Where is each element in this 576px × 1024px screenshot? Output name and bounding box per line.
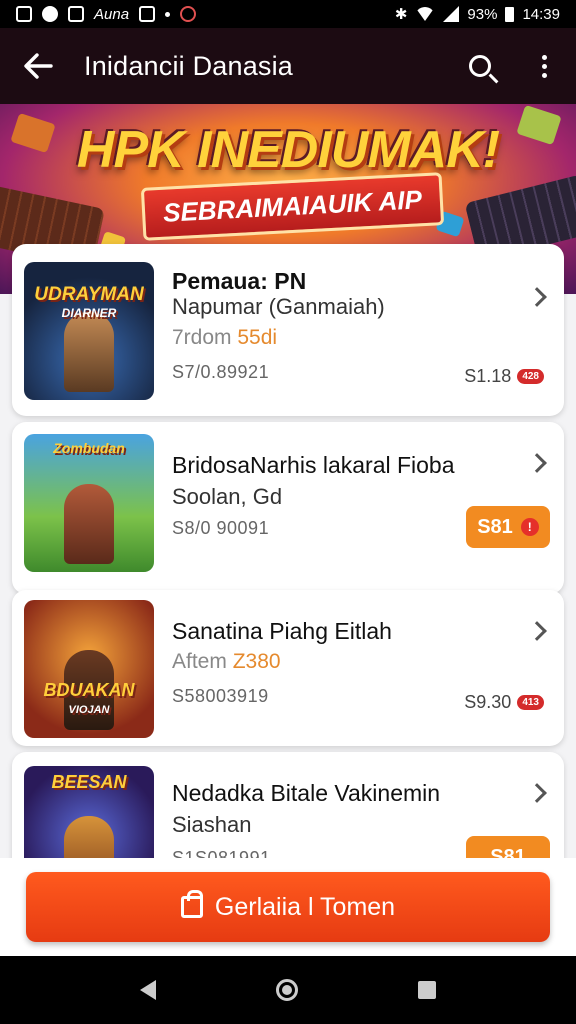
item-title: Pemaua: PN xyxy=(172,268,307,294)
item-code: S8/0 90091 xyxy=(172,518,270,538)
arrow-left-icon xyxy=(24,53,53,79)
price-badge: 428 xyxy=(517,369,544,384)
app-bar: Inidancii Danasia xyxy=(0,28,576,104)
screen: Auna ✱ 93% 14:39 Inidancii Danasia HPK I… xyxy=(0,0,576,1024)
nav-recents-icon[interactable] xyxy=(418,981,436,999)
gallery-icon xyxy=(16,6,32,22)
item-code: S58003919 xyxy=(172,686,269,706)
thumbnail-logo: Zombudan xyxy=(53,440,125,456)
game-thumbnail: UDRAYMAN DIARNER xyxy=(24,262,154,400)
thumbnail-logo: BDUAKAN xyxy=(43,680,135,700)
search-icon xyxy=(469,55,491,77)
item-price: S1.18 428 xyxy=(464,366,544,387)
game-thumbnail: Zombudan xyxy=(24,434,154,572)
banner-headline: HPK INEDIUMAK! xyxy=(76,121,500,179)
cta-label: Gerlaiia l Tomen xyxy=(214,892,396,921)
thumbnail-logo: BEESAN xyxy=(51,772,127,792)
buy-button-label: S81 xyxy=(477,515,513,538)
list-item[interactable]: Zombudan BridosaNarhis lakaral Fioba Soo… xyxy=(12,422,564,594)
signal-icon xyxy=(443,6,460,22)
alert-icon: ! xyxy=(520,518,539,536)
status-bar: Auna ✱ 93% 14:39 xyxy=(0,0,576,28)
wifi-icon xyxy=(415,7,436,21)
primary-cta-button[interactable]: Gerlaiia l Tomen xyxy=(26,872,550,942)
thumbnail-logo: VIOJAN xyxy=(68,704,110,716)
item-subtitle: Siashan xyxy=(172,812,252,837)
item-title: BridosaNarhis lakaral Fioba xyxy=(172,452,455,478)
chevron-right-icon xyxy=(527,621,547,641)
more-vert-icon xyxy=(541,54,547,78)
item-price: S9.30 413 xyxy=(464,692,544,713)
nav-back-icon[interactable] xyxy=(140,980,156,1000)
item-subtitle: Napumar (Ganmaiah) xyxy=(172,294,385,319)
battery-percent: 93% xyxy=(467,5,498,23)
item-price-value: S9.30 xyxy=(464,692,512,712)
back-button[interactable] xyxy=(0,28,76,104)
chevron-right-icon xyxy=(527,287,547,307)
shopping-bag-icon xyxy=(180,890,203,918)
list-item[interactable]: UDRAYMAN DIARNER Pemaua: PN Napumar (Gan… xyxy=(12,244,564,416)
dot-icon xyxy=(165,11,171,17)
search-button[interactable] xyxy=(448,28,512,104)
game-thumbnail: BDUAKAN VIOJAN xyxy=(24,600,154,738)
item-code: S7/0.89921 xyxy=(172,362,270,382)
item-meta-prefix: Aftem xyxy=(172,650,227,673)
list-item[interactable]: BDUAKAN VIOJAN Sanatina Piahg Eitlah Aft… xyxy=(12,590,564,746)
chevron-right-icon xyxy=(527,453,547,473)
item-meta-highlight: Z380 xyxy=(232,650,281,673)
circle-app-icon xyxy=(42,6,58,22)
chevron-right-icon xyxy=(527,783,547,803)
more-options-button[interactable] xyxy=(512,28,576,104)
system-nav-bar xyxy=(0,956,576,1024)
item-title: Nedadka Bitale Vakinemin xyxy=(172,780,441,806)
item-subtitle: Soolan, Gd xyxy=(172,484,283,509)
item-meta: Aftem Z380 xyxy=(172,650,281,674)
nav-home-icon[interactable] xyxy=(276,979,298,1001)
banner-ribbon: SEBRAIMAIAUIK AIP xyxy=(140,172,445,241)
mail-icon xyxy=(139,6,156,22)
status-app-label: Auna xyxy=(94,5,130,23)
item-meta-prefix: 7rdom xyxy=(172,326,232,349)
battery-icon xyxy=(505,6,515,22)
item-meta-highlight: 55di xyxy=(237,326,278,349)
bottom-action-bar: Gerlaiia l Tomen xyxy=(0,858,576,956)
thumbnail-logo: DIARNER xyxy=(61,306,117,320)
notification-icon xyxy=(180,6,197,22)
buy-button[interactable]: S81 ! xyxy=(466,506,550,548)
item-meta: 7rdom 55di xyxy=(172,326,277,350)
page-title: Inidancii Danasia xyxy=(84,50,294,81)
item-title: Sanatina Piahg Eitlah xyxy=(172,618,392,644)
price-badge: 413 xyxy=(517,695,544,710)
image-app-icon xyxy=(68,6,84,22)
item-price-value: S1.18 xyxy=(464,366,512,386)
thumbnail-logo: UDRAYMAN xyxy=(34,284,144,305)
bluetooth-icon: ✱ xyxy=(394,6,408,23)
clock: 14:39 xyxy=(522,5,560,23)
